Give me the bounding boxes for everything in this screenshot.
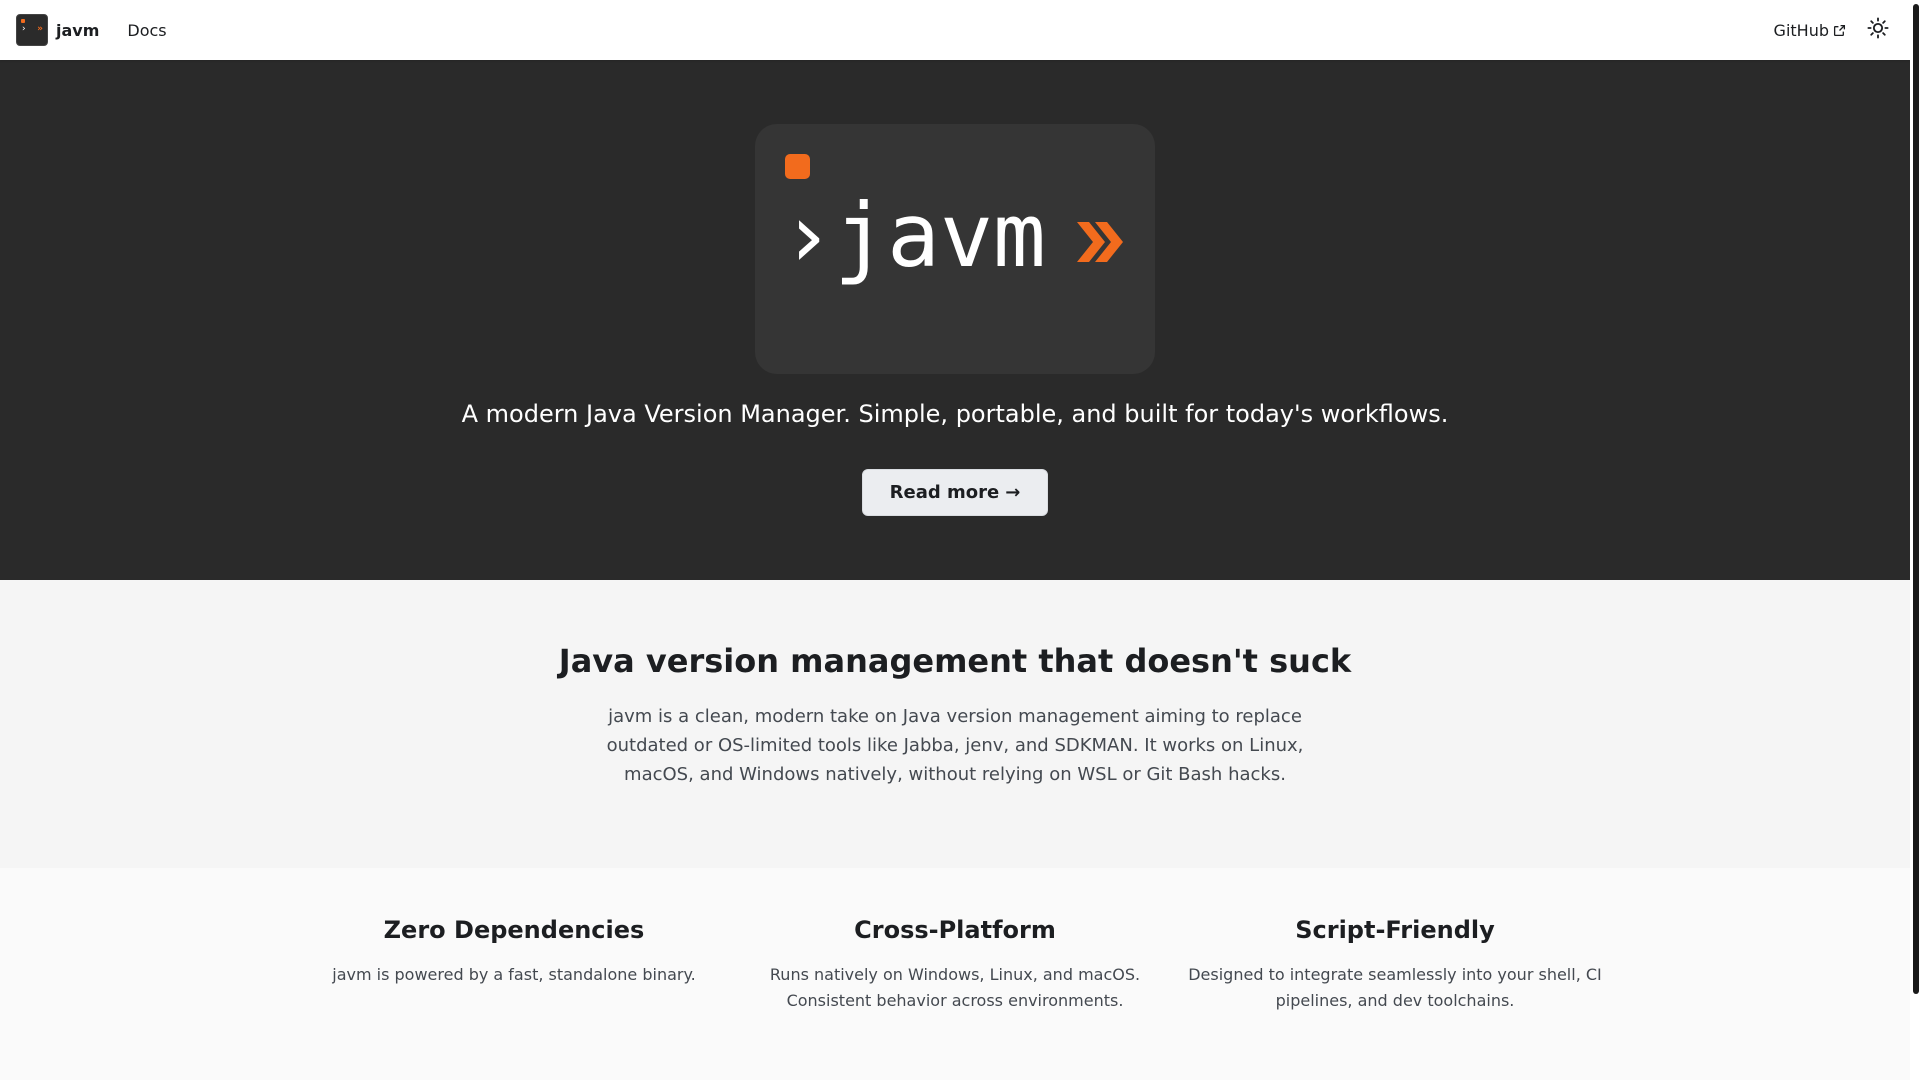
read-more-button[interactable]: Read more → [862, 469, 1048, 516]
nav-link-github[interactable]: GitHub [1774, 21, 1846, 40]
theme-toggle-button[interactable] [1862, 14, 1894, 46]
scrollbar-thumb[interactable] [1913, 4, 1919, 994]
feature-description: Designed to integrate seamlessly into yo… [1188, 965, 1602, 1010]
feature-description: javm is powered by a fast, standalone bi… [332, 965, 696, 984]
javm-logo-icon: ›» [16, 14, 48, 46]
feature-title: Script-Friendly [1295, 916, 1495, 944]
external-link-icon [1833, 24, 1846, 37]
feature-title: Cross-Platform [854, 916, 1056, 944]
hero-logo-card: ›javm [755, 124, 1155, 374]
hero-section: ›javm A modern Java Version Manager. Sim… [0, 60, 1910, 580]
feature-title: Zero Dependencies [383, 916, 645, 944]
features-section: Zero Dependencies javm is powered by a f… [0, 868, 1910, 1080]
feature-cross-platform: Cross-Platform Runs natively on Windows,… [745, 916, 1165, 1014]
hero-tagline: A modern Java Version Manager. Simple, p… [461, 400, 1449, 428]
sun-icon [1867, 17, 1889, 43]
feature-description: Runs natively on Windows, Linux, and mac… [769, 965, 1141, 1010]
intro-body: javm is a clean, modern take on Java ver… [606, 706, 1304, 785]
page-scrollbar[interactable] [1910, 0, 1920, 1080]
intro-heading: Java version management that doesn't suc… [558, 642, 1352, 680]
read-more-label: Read more [889, 482, 1000, 503]
navbar: ›» javm Docs GitHub [0, 0, 1910, 60]
brand-title: javm [56, 20, 100, 40]
feature-script-friendly: Script-Friendly Designed to integrate se… [1185, 916, 1605, 1014]
intro-section: Java version management that doesn't suc… [0, 580, 1910, 868]
brand-link[interactable]: ›» javm [16, 14, 99, 46]
navbar-right: GitHub [1774, 14, 1894, 46]
nav-link-docs[interactable]: Docs [127, 21, 166, 40]
feature-zero-dependencies: Zero Dependencies javm is powered by a f… [304, 916, 724, 988]
github-label: GitHub [1773, 20, 1829, 40]
hero-logo-text: ›javm [781, 184, 1046, 287]
double-chevron-icon [1075, 218, 1125, 270]
arrow-right-icon: → [1005, 482, 1021, 503]
logo-accent-square [785, 154, 810, 179]
